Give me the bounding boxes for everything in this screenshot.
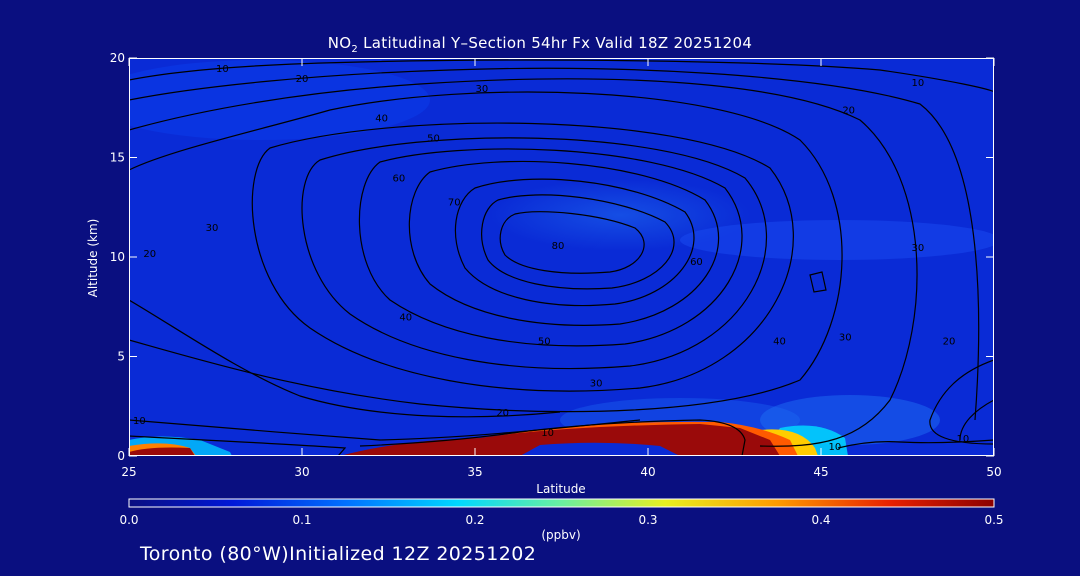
y-tick-label: 5 (117, 350, 125, 364)
colorbar-gradient (128, 498, 995, 508)
colorbar-tick-label: 0.3 (638, 513, 657, 527)
colorbar-tick-label: 0.0 (119, 513, 138, 527)
colorbar-tick-label: 0.2 (465, 513, 484, 527)
colorbar-unit-label: (ppbv) (541, 528, 581, 542)
colorbar-tick-label: 0.5 (984, 513, 1003, 527)
colorbar-tick-label: 0.4 (811, 513, 830, 527)
y-axis-label: Altitude (km) (86, 218, 100, 298)
plot-frame (129, 58, 994, 456)
y-tick-label: 15 (110, 151, 125, 165)
x-tick-label: 50 (986, 465, 1001, 479)
y-tick-label: 20 (110, 51, 125, 65)
x-tick-label: 25 (121, 465, 136, 479)
x-tick-label: 40 (640, 465, 655, 479)
footer-location-text: Toronto (80°W)Initialized 12Z 20251202 (140, 543, 537, 565)
x-tick-label: 45 (813, 465, 828, 479)
x-tick-label: 35 (467, 465, 482, 479)
y-tick-label: 0 (117, 449, 125, 463)
colorbar-tick-label: 0.1 (292, 513, 311, 527)
x-axis-label: Latitude (536, 482, 586, 496)
x-tick-label: 30 (294, 465, 309, 479)
colorbar: 0.0 0.1 0.2 0.3 0.4 0.5 (119, 498, 1004, 527)
y-tick-label: 10 (110, 250, 125, 264)
